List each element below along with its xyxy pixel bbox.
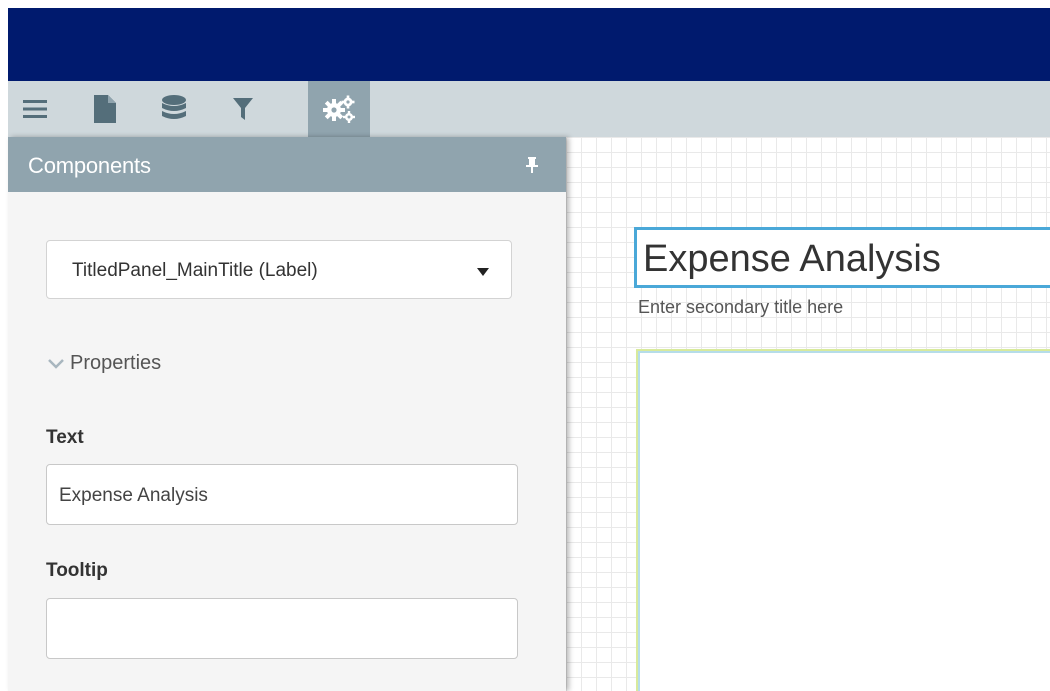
component-select-value: TitledPanel_MainTitle (Label) [72, 260, 318, 281]
design-canvas[interactable]: Expense Analysis Enter secondary title h… [566, 137, 1050, 691]
menu-button[interactable] [12, 81, 58, 137]
database-icon [162, 95, 186, 119]
document-icon [94, 95, 116, 123]
tooltip-field[interactable] [46, 598, 518, 659]
app-header-bar [8, 8, 1050, 81]
database-button[interactable] [151, 81, 197, 137]
toolbar [8, 81, 1050, 137]
properties-header: Properties [70, 352, 162, 374]
components-button[interactable] [308, 81, 370, 137]
text-field-label: Text [46, 427, 84, 448]
panel-header: Components [8, 137, 566, 192]
secondary-title-label[interactable]: Enter secondary title here [638, 297, 843, 318]
chevron-down-icon [48, 358, 64, 369]
panel-title: Components [28, 153, 151, 178]
text-field[interactable]: Expense Analysis [46, 464, 518, 525]
chevron-down-icon [477, 268, 489, 276]
properties-toggle[interactable]: Properties [48, 352, 161, 375]
document-button[interactable] [82, 81, 128, 137]
main-title-text: Expense Analysis [643, 238, 941, 280]
filter-icon [233, 98, 253, 120]
component-select[interactable]: TitledPanel_MainTitle (Label) [46, 240, 512, 299]
menu-icon [23, 100, 47, 118]
components-panel: Components TitledPanel_MainTitle (Label)… [8, 137, 566, 691]
filter-button[interactable] [220, 81, 266, 137]
gears-icon [323, 95, 355, 123]
text-field-value: Expense Analysis [59, 485, 208, 506]
main-title-label[interactable]: Expense Analysis [634, 227, 1050, 288]
pin-icon[interactable] [526, 157, 538, 178]
tooltip-field-label: Tooltip [46, 560, 108, 581]
panel-content-area[interactable] [636, 349, 1050, 691]
